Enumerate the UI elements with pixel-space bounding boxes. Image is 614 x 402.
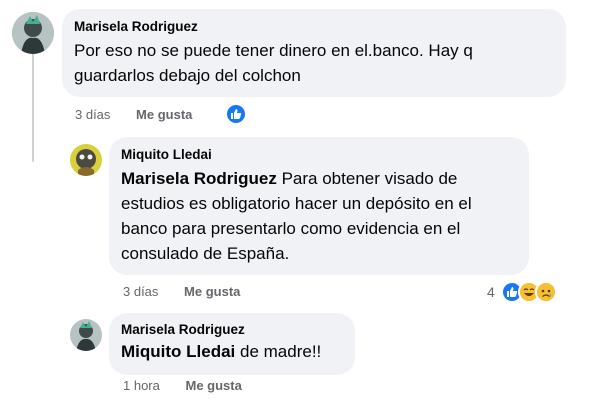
comment-meta: 1 hora Me gusta — [123, 378, 264, 393]
comment-author[interactable]: Marisela Rodriguez — [121, 322, 343, 337]
comment-meta: 3 días Me gusta — [75, 107, 214, 122]
thumbs-up-icon — [225, 103, 247, 125]
comment-bubble: Marisela Rodriguez Miquito Lledai de mad… — [109, 313, 355, 375]
avatar[interactable] — [12, 12, 54, 54]
avatar[interactable] — [70, 319, 102, 351]
like-button[interactable]: Me gusta — [184, 284, 240, 299]
comment-body: de madre!! — [235, 342, 322, 361]
reaction-count: 4 — [487, 284, 495, 300]
avatar-image — [70, 144, 102, 176]
comment-author[interactable]: Marisela Rodriguez — [74, 19, 554, 34]
comment-text: Marisela Rodriguez Para obtener visado d… — [121, 166, 517, 266]
thread-line — [32, 54, 34, 162]
avatar-image — [12, 12, 54, 54]
like-button[interactable]: Me gusta — [136, 107, 192, 122]
comment-text: Por eso no se puede tener dinero en el.b… — [74, 41, 473, 85]
comment-bubble: Marisela Rodriguez Por eso no se puede t… — [62, 9, 566, 97]
mention-link[interactable]: Marisela Rodriguez — [121, 169, 277, 188]
comment-bubble: Miquito Lledai Marisela Rodriguez Para o… — [109, 137, 529, 275]
sad-emoji-icon — [534, 281, 557, 303]
comment-text: Miquito Lledai de madre!! — [121, 339, 343, 364]
comment-time[interactable]: 3 días — [123, 284, 158, 299]
avatar[interactable] — [70, 144, 102, 176]
mention-link[interactable]: Miquito Lledai — [121, 342, 235, 361]
reaction-summary[interactable]: 4 — [487, 281, 557, 303]
like-button[interactable]: Me gusta — [186, 378, 242, 393]
avatar-image — [70, 319, 102, 351]
comment-time[interactable]: 1 hora — [123, 378, 160, 393]
reaction-summary[interactable] — [225, 103, 247, 125]
comment-author[interactable]: Miquito Lledai — [121, 147, 517, 162]
comment-time[interactable]: 3 días — [75, 107, 110, 122]
comment-meta: 3 días Me gusta — [123, 284, 262, 299]
